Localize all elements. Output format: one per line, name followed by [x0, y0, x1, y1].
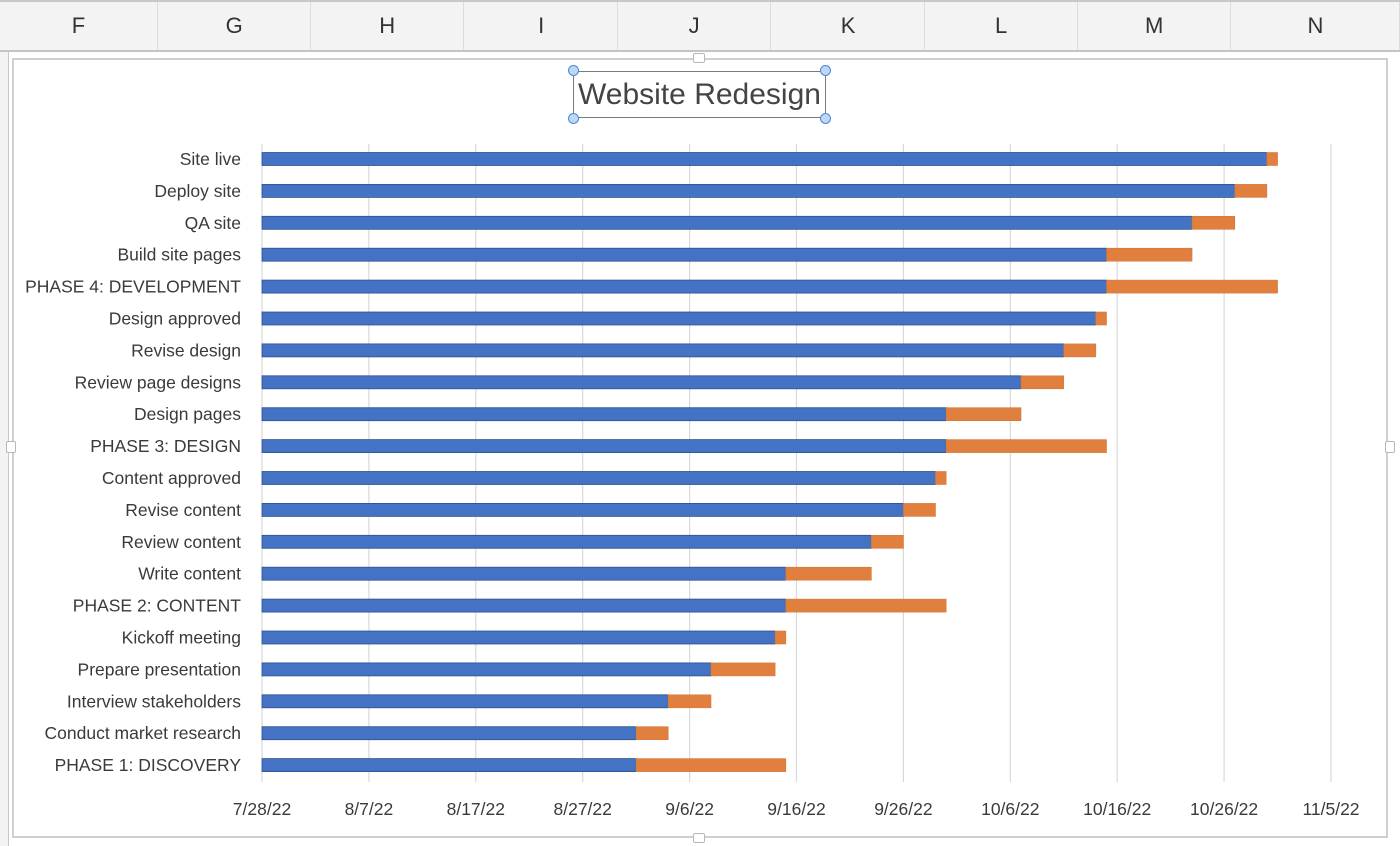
x-tick-label: 9/6/22 [665, 799, 714, 819]
x-tick-label: 8/7/22 [345, 799, 394, 819]
x-tick-label: 8/27/22 [554, 799, 612, 819]
x-tick-label: 10/16/22 [1083, 799, 1151, 819]
start-offset-bar[interactable] [261, 152, 1268, 166]
start-offset-bar[interactable] [261, 407, 947, 422]
start-offset-bar[interactable] [261, 279, 1107, 294]
x-tick-label: 10/6/22 [981, 799, 1039, 819]
task-label: QA site [185, 213, 241, 233]
duration-bar[interactable] [1106, 279, 1278, 294]
task-label: PHASE 4: DEVELOPMENT [25, 277, 241, 297]
x-tick-label: 8/17/22 [447, 799, 505, 819]
duration-bar[interactable] [667, 694, 712, 709]
start-offset-bar[interactable] [261, 439, 947, 454]
task-label: Revise content [125, 500, 241, 520]
date-axis-labels: 7/28/22 8/7/22 8/17/22 8/27/22 9/6/22 9/16/22… [233, 799, 1360, 819]
task-label: Interview stakeholders [67, 691, 241, 711]
x-tick-label: 7/28/22 [233, 799, 291, 819]
task-label: Kickoff meeting [122, 628, 241, 648]
x-tick-label: 10/26/22 [1190, 799, 1258, 819]
task-label: Deploy site [154, 181, 241, 201]
duration-bar[interactable] [785, 598, 947, 613]
duration-bar[interactable] [774, 630, 787, 645]
start-offset-bar[interactable] [261, 502, 904, 517]
x-tick-label: 11/5/22 [1302, 799, 1359, 819]
duration-bar[interactable] [1063, 343, 1097, 358]
task-label: Design pages [134, 404, 241, 424]
x-tick-label: 9/26/22 [874, 799, 932, 819]
duration-bar[interactable] [1191, 216, 1236, 230]
task-label: Design approved [109, 309, 241, 329]
task-label: Build site pages [117, 245, 241, 265]
start-offset-bar[interactable] [261, 758, 637, 772]
task-label: PHASE 1: DISCOVERY [55, 755, 242, 775]
start-offset-bar[interactable] [261, 598, 787, 613]
start-offset-bar[interactable] [261, 247, 1107, 262]
start-offset-bar[interactable] [261, 311, 1097, 326]
bar-series [261, 152, 1278, 772]
task-label: Revise design [131, 340, 241, 360]
duration-bar[interactable] [785, 566, 872, 581]
duration-bar[interactable] [945, 439, 1107, 453]
task-label: Review content [121, 532, 241, 552]
title-selection-handle-tr[interactable] [820, 65, 831, 76]
task-label: PHASE 3: DESIGN [90, 436, 241, 456]
start-offset-bar[interactable] [261, 662, 712, 677]
task-label: Content approved [102, 468, 241, 488]
chart-title[interactable]: Website Redesign [573, 71, 826, 118]
title-selection-handle-bl[interactable] [568, 113, 579, 124]
gantt-chart: PHASE 1: DISCOVERY Conduct market researc… [25, 144, 1360, 819]
start-offset-bar[interactable] [261, 343, 1065, 358]
title-selection-handle-tl[interactable] [568, 65, 579, 76]
task-label: PHASE 2: CONTENT [73, 596, 242, 616]
duration-bar[interactable] [871, 534, 904, 549]
task-label: Review page designs [75, 372, 242, 392]
start-offset-bar[interactable] [261, 534, 872, 549]
start-offset-bar[interactable] [261, 726, 637, 741]
x-tick-label: 9/16/22 [767, 799, 825, 819]
start-offset-bar[interactable] [261, 215, 1193, 230]
start-offset-bar[interactable] [261, 471, 936, 485]
duration-bar[interactable] [903, 503, 936, 517]
duration-bar[interactable] [1234, 184, 1268, 198]
gridlines [261, 144, 1332, 782]
duration-bar[interactable] [710, 662, 776, 677]
category-axis-labels: PHASE 1: DISCOVERY Conduct market researc… [25, 149, 241, 775]
task-label: Prepare presentation [78, 659, 241, 679]
duration-bar[interactable] [1266, 152, 1278, 166]
duration-bar[interactable] [635, 758, 787, 772]
duration-bar[interactable] [1095, 311, 1107, 326]
duration-bar[interactable] [1020, 375, 1065, 390]
duration-bar[interactable] [945, 407, 1022, 422]
start-offset-bar[interactable] [261, 183, 1236, 198]
task-label: Site live [180, 149, 241, 169]
task-label: Conduct market research [45, 723, 241, 743]
duration-bar[interactable] [1106, 247, 1193, 262]
duration-bar[interactable] [635, 726, 669, 741]
start-offset-bar[interactable] [261, 375, 1022, 390]
duration-bar[interactable] [935, 471, 947, 485]
task-label: Write content [138, 564, 241, 584]
title-selection-handle-br[interactable] [820, 113, 831, 124]
start-offset-bar[interactable] [261, 694, 669, 709]
start-offset-bar[interactable] [261, 630, 776, 645]
start-offset-bar[interactable] [261, 566, 787, 581]
